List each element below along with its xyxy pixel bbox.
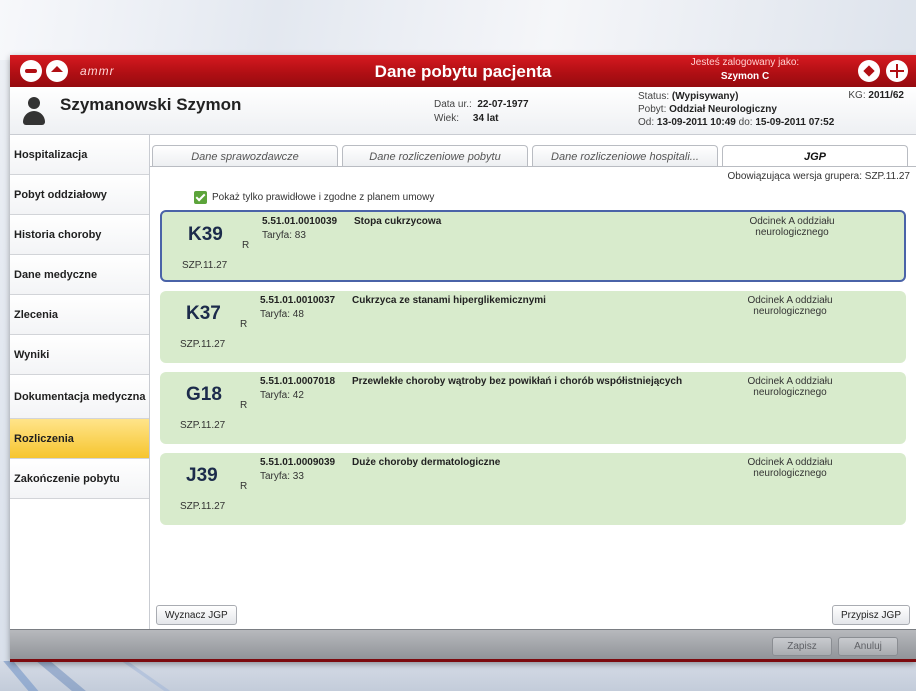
status-value: (Wypisywany)	[671, 91, 739, 102]
filter-label: Pokaż tylko prawidłowe i zgodne z planem…	[212, 192, 435, 203]
jgp-card[interactable]: G18 R SZP.11.27 5.51.01.0007018 Taryfa: …	[160, 372, 906, 444]
jgp-tariff: Taryfa: 83	[262, 230, 306, 241]
tab-dane-rozliczeniowe-hospitalizacji[interactable]: Dane rozliczeniowe hospitali...	[532, 145, 718, 167]
jgp-department: Odcinek A oddziału neurologicznego	[747, 376, 833, 398]
bottom-accent-line	[10, 659, 916, 662]
login-info: Jesteś zalogowany jako: Szymon C	[670, 57, 820, 82]
dob-label: Data ur.:	[434, 99, 472, 110]
jgp-r-flag: R	[240, 319, 248, 330]
sidebar-item-rozliczenia[interactable]: Rozliczenia	[10, 419, 149, 459]
jgp-card[interactable]: J39 R SZP.11.27 5.51.01.0009039 Taryfa: …	[160, 453, 906, 525]
kg-number: KG: 2011/62	[848, 90, 904, 101]
login-user: Szymon C	[720, 71, 770, 82]
status-label: Status:	[638, 91, 670, 102]
patient-name: Szymanowski Szymon	[60, 95, 242, 114]
app-window: ammr Dane pobytu pacjenta Jesteś zalogow…	[10, 55, 916, 662]
jgp-tariff: Taryfa: 33	[260, 471, 304, 482]
sidebar-item-historia-choroby[interactable]: Historia choroby	[10, 215, 149, 255]
sidebar-item-dokumentacja-medyczna[interactable]: Dokumentacja medyczna	[10, 375, 149, 419]
sidebar-item-dane-medyczne[interactable]: Dane medyczne	[10, 255, 149, 295]
jgp-number: 5.51.01.0010037	[260, 295, 336, 306]
age-label: Wiek:	[434, 113, 459, 124]
tab-dane-sprawozdawcze[interactable]: Dane sprawozdawcze	[152, 145, 338, 167]
grouper-version: Obowiązująca wersja grupera: SZP.11.27	[727, 171, 910, 182]
jgp-code: K37	[186, 303, 221, 324]
jgp-department: Odcinek A oddziału neurologicznego	[747, 295, 833, 317]
jgp-description: Duże choroby dermatologiczne	[352, 457, 501, 468]
kg-label: KG:	[848, 90, 866, 101]
jgp-code: G18	[186, 384, 222, 405]
from-label: Od:	[638, 117, 655, 128]
jgp-number: 5.51.01.0009039	[260, 457, 336, 468]
sidebar-item-pobyt-oddzialowy[interactable]: Pobyt oddziałowy	[10, 175, 149, 215]
age-value: 34 lat	[472, 113, 499, 124]
jgp-description: Przewlekłe choroby wątroby bez powikłań …	[352, 376, 683, 387]
from-value: 13-09-2011 10:49	[656, 117, 736, 128]
cancel-button[interactable]: Anuluj	[838, 637, 898, 656]
przypisz-jgp-button[interactable]: Przypisz JGP	[831, 605, 910, 625]
tab-bar: Dane sprawozdawcze Dane rozliczeniowe po…	[152, 145, 908, 167]
tab-divider	[150, 166, 916, 167]
jgp-number: 5.51.01.0010039	[262, 216, 338, 227]
background-bottom	[0, 661, 916, 691]
sidebar-item-hospitalizacja[interactable]: Hospitalizacja	[10, 135, 149, 175]
stay-label: Pobyt:	[638, 104, 667, 115]
jgp-r-flag: R	[240, 400, 248, 411]
tab-dane-rozliczeniowe-pobytu[interactable]: Dane rozliczeniowe pobytu	[342, 145, 528, 167]
package-icon[interactable]	[858, 60, 880, 82]
sidebar-nav: Hospitalizacja Pobyt oddziałowy Historia…	[10, 135, 150, 629]
jgp-tariff: Taryfa: 48	[260, 309, 304, 320]
jgp-card[interactable]: K39 R SZP.11.27 5.51.01.0010039 Taryfa: …	[160, 210, 906, 282]
to-label: do:	[738, 117, 753, 128]
jgp-department: Odcinek A oddziału neurologicznego	[749, 216, 835, 238]
sidebar-item-zlecenia[interactable]: Zlecenia	[10, 295, 149, 335]
background-top	[0, 0, 916, 60]
jgp-department: Odcinek A oddziału neurologicznego	[747, 457, 833, 479]
patient-dob-age: Data ur.: 22-07-1977 Wiek: 34 lat	[434, 98, 529, 126]
jgp-list: K39 R SZP.11.27 5.51.01.0010039 Taryfa: …	[160, 210, 906, 534]
jgp-description: Stopa cukrzycowa	[354, 216, 442, 227]
wyznacz-jgp-button[interactable]: Wyznacz JGP	[156, 605, 237, 625]
jgp-description: Cukrzyca ze stanami hiperglikemicznymi	[352, 295, 546, 306]
titlebar-icons	[858, 60, 908, 82]
avatar	[22, 97, 46, 127]
jgp-version: SZP.11.27	[180, 501, 226, 512]
jgp-version: SZP.11.27	[180, 339, 226, 350]
jgp-code: K39	[188, 224, 223, 245]
jgp-r-flag: R	[240, 481, 248, 492]
main-panel: Dane sprawozdawcze Dane rozliczeniowe po…	[150, 135, 916, 629]
jgp-card[interactable]: K37 R SZP.11.27 5.51.01.0010037 Taryfa: …	[160, 291, 906, 363]
jgp-number: 5.51.01.0007018	[260, 376, 336, 387]
login-label: Jesteś zalogowany jako:	[690, 57, 800, 68]
patient-header: Szymanowski Szymon Data ur.: 22-07-1977 …	[10, 87, 916, 135]
sidebar-item-wyniki[interactable]: Wyniki	[10, 335, 149, 375]
kg-value: 2011/62	[868, 90, 904, 101]
jgp-version: SZP.11.27	[182, 260, 228, 271]
save-button[interactable]: Zapisz	[772, 637, 832, 656]
dob-value: 22-07-1977	[477, 99, 529, 110]
jgp-r-flag: R	[242, 240, 250, 251]
tab-jgp[interactable]: JGP	[722, 145, 908, 167]
stay-value: Oddział Neurologiczny	[669, 104, 777, 115]
filter-option: Pokaż tylko prawidłowe i zgodne z planem…	[194, 191, 434, 204]
jgp-tariff: Taryfa: 42	[260, 390, 304, 401]
jgp-code: J39	[186, 465, 218, 486]
to-value: 15-09-2011 07:52	[755, 117, 835, 128]
filter-checkbox[interactable]	[194, 191, 207, 204]
crosshair-icon[interactable]	[886, 60, 908, 82]
title-bar: ammr Dane pobytu pacjenta Jesteś zalogow…	[10, 55, 916, 87]
bottom-bar: Zapisz Anuluj	[10, 629, 916, 662]
jgp-version: SZP.11.27	[180, 420, 226, 431]
sidebar-item-zakonczenie-pobytu[interactable]: Zakończenie pobytu	[10, 459, 149, 499]
stay-status: Status: (Wypisywany) Pobyt: Oddział Neur…	[638, 90, 834, 129]
